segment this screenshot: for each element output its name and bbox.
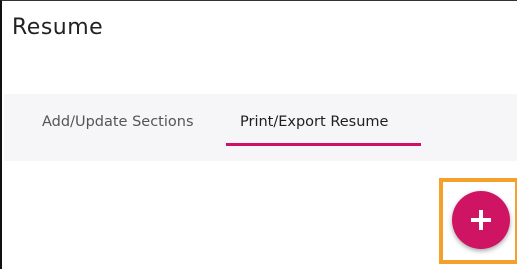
app-window: Resume Add/Update Sections Print/Export … bbox=[0, 0, 517, 269]
tab-print-export-resume[interactable]: Print/Export Resume bbox=[240, 114, 388, 130]
plus-icon bbox=[471, 210, 491, 230]
tab-bar: Add/Update Sections Print/Export Resume bbox=[4, 94, 517, 161]
add-button[interactable] bbox=[452, 191, 510, 249]
active-tab-indicator bbox=[226, 143, 421, 146]
page-title: Resume bbox=[12, 15, 104, 40]
tab-add-update-sections[interactable]: Add/Update Sections bbox=[42, 114, 194, 130]
